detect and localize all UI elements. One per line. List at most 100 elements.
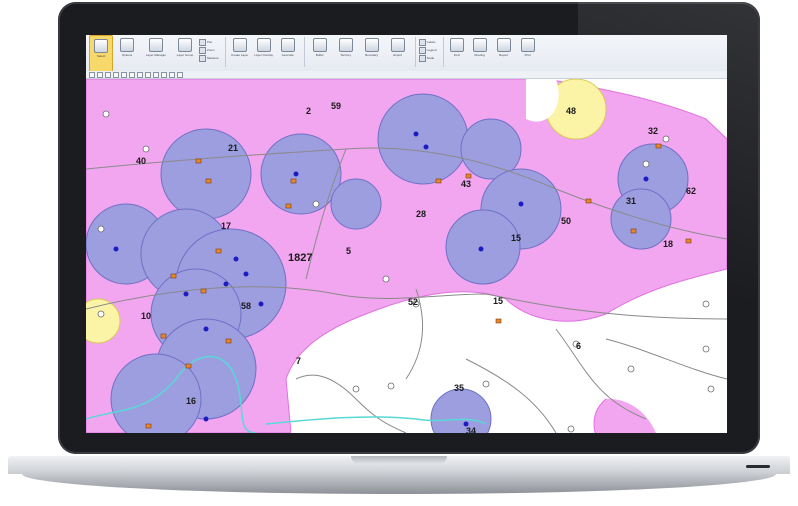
- scale-item[interactable]: Scale: [418, 54, 437, 62]
- tool-icon[interactable]: [121, 71, 127, 78]
- layer-group-button[interactable]: Layer Group: [173, 35, 197, 70]
- layer-overlay-button[interactable]: Layer Overlay: [253, 35, 275, 70]
- map-label: 35: [454, 383, 464, 393]
- labels-item[interactable]: Labels: [418, 38, 437, 46]
- boundary-icon: [364, 38, 379, 52]
- map-label: 31: [626, 196, 636, 206]
- printer-icon: [520, 38, 535, 52]
- legend-icon: [418, 46, 426, 54]
- map-canvas[interactable]: 1827 43 18 52 34 15 5 2 59 40 16 35 21 7…: [86, 79, 727, 433]
- map-label: 43: [461, 179, 471, 189]
- create-layer-button[interactable]: Create Layer: [229, 35, 251, 70]
- label-icon: [418, 38, 426, 46]
- tool-icon[interactable]: [169, 71, 175, 78]
- geocode-button[interactable]: Geocode: [277, 35, 299, 70]
- map-label: 50: [561, 216, 571, 226]
- base-bottom: [22, 474, 776, 494]
- item-label: Scale: [426, 56, 435, 60]
- button-label: Find: [453, 53, 460, 57]
- routing-button[interactable]: Routing: [469, 35, 491, 70]
- globe-icon: [280, 38, 295, 52]
- button-label: Boundary: [365, 53, 379, 57]
- map-label: 16: [186, 396, 196, 406]
- tool-icon[interactable]: [113, 71, 119, 78]
- map-label: 17: [221, 221, 231, 231]
- select-button[interactable]: Select: [89, 35, 113, 72]
- report-button[interactable]: Report: [493, 35, 515, 70]
- button-label: Report: [499, 53, 509, 57]
- map-label: 2: [306, 106, 311, 116]
- button-label: Select: [96, 54, 106, 58]
- print-button[interactable]: Print: [517, 35, 539, 70]
- map-label: 6: [576, 341, 581, 351]
- layers-icon: [149, 38, 163, 52]
- scale-icon: [418, 54, 426, 62]
- map-label: 48: [566, 106, 576, 116]
- tool-icon[interactable]: [177, 71, 183, 78]
- button-label: Routing: [474, 53, 485, 57]
- item-label: Legend: [426, 48, 437, 52]
- button-label: Geocode: [281, 53, 294, 57]
- overlay-icon: [256, 38, 271, 52]
- boundary-button[interactable]: Boundary: [360, 35, 384, 70]
- screen: Select Options Layer Manager Layer Group…: [86, 35, 727, 433]
- item-label: Zoom: [207, 48, 215, 52]
- zoom-icon: [199, 46, 206, 54]
- map-label: 18: [663, 239, 673, 249]
- map-label: 34: [466, 426, 476, 433]
- opening-notch: [351, 456, 447, 464]
- map-label: 28: [416, 209, 426, 219]
- map-label: 40: [136, 156, 146, 166]
- map-label: 7: [296, 356, 301, 366]
- map-label: 10: [141, 311, 151, 321]
- tool-icon[interactable]: [145, 71, 151, 78]
- button-label: Layer Group: [176, 53, 194, 57]
- button-label: Layer Manager: [145, 53, 167, 57]
- tool-icon[interactable]: [153, 71, 159, 78]
- separator: [442, 37, 444, 67]
- clipboard-icon: [120, 38, 134, 52]
- map-label: 58: [241, 301, 251, 311]
- item-label: Measure: [207, 56, 219, 60]
- find-button[interactable]: Find: [447, 35, 467, 70]
- tool-icon[interactable]: [161, 71, 167, 78]
- tool-icon[interactable]: [129, 71, 135, 78]
- route-icon: [472, 38, 487, 52]
- buffer-icon: [312, 38, 327, 52]
- buffer-button[interactable]: Buffer: [308, 35, 332, 70]
- tool-icon[interactable]: [137, 71, 143, 78]
- separator: [224, 37, 226, 67]
- pointer-icon: [94, 39, 108, 53]
- button-label: Layer Overlay: [254, 53, 274, 57]
- ribbon-toolbar: Select Options Layer Manager Layer Group…: [86, 35, 727, 72]
- map-label: 21: [228, 143, 238, 153]
- territory-icon: [338, 38, 353, 52]
- button-label: Print: [524, 53, 531, 57]
- measure-item[interactable]: Measure: [199, 54, 219, 62]
- options-button[interactable]: Options: [115, 35, 139, 70]
- item-label: Pan: [207, 40, 213, 44]
- map-label: 62: [686, 186, 696, 196]
- map-label: 59: [331, 101, 341, 111]
- tool-icon[interactable]: [105, 71, 111, 78]
- separator: [303, 37, 305, 67]
- laptop-base: [0, 456, 798, 496]
- export-icon: [390, 38, 405, 52]
- map-label: 15: [511, 233, 521, 243]
- export-button[interactable]: Export: [386, 35, 410, 70]
- map-label: 52: [408, 297, 418, 307]
- item-label: Labels: [426, 40, 436, 44]
- layer-manager-button[interactable]: Layer Manager: [141, 35, 171, 70]
- tool-icon[interactable]: [97, 71, 103, 78]
- ruler-icon: [199, 54, 206, 62]
- map-label: 5: [346, 246, 351, 256]
- button-label: Export: [393, 53, 402, 57]
- zoom-item[interactable]: Zoom: [199, 46, 219, 54]
- report-icon: [496, 38, 511, 52]
- tool-icon[interactable]: [89, 71, 95, 78]
- map-label: 1827: [288, 252, 312, 264]
- pan-item[interactable]: Pan: [199, 38, 219, 46]
- legend-item[interactable]: Legend: [418, 46, 437, 54]
- layer-add-icon: [232, 38, 247, 52]
- territory-button[interactable]: Territory: [334, 35, 358, 70]
